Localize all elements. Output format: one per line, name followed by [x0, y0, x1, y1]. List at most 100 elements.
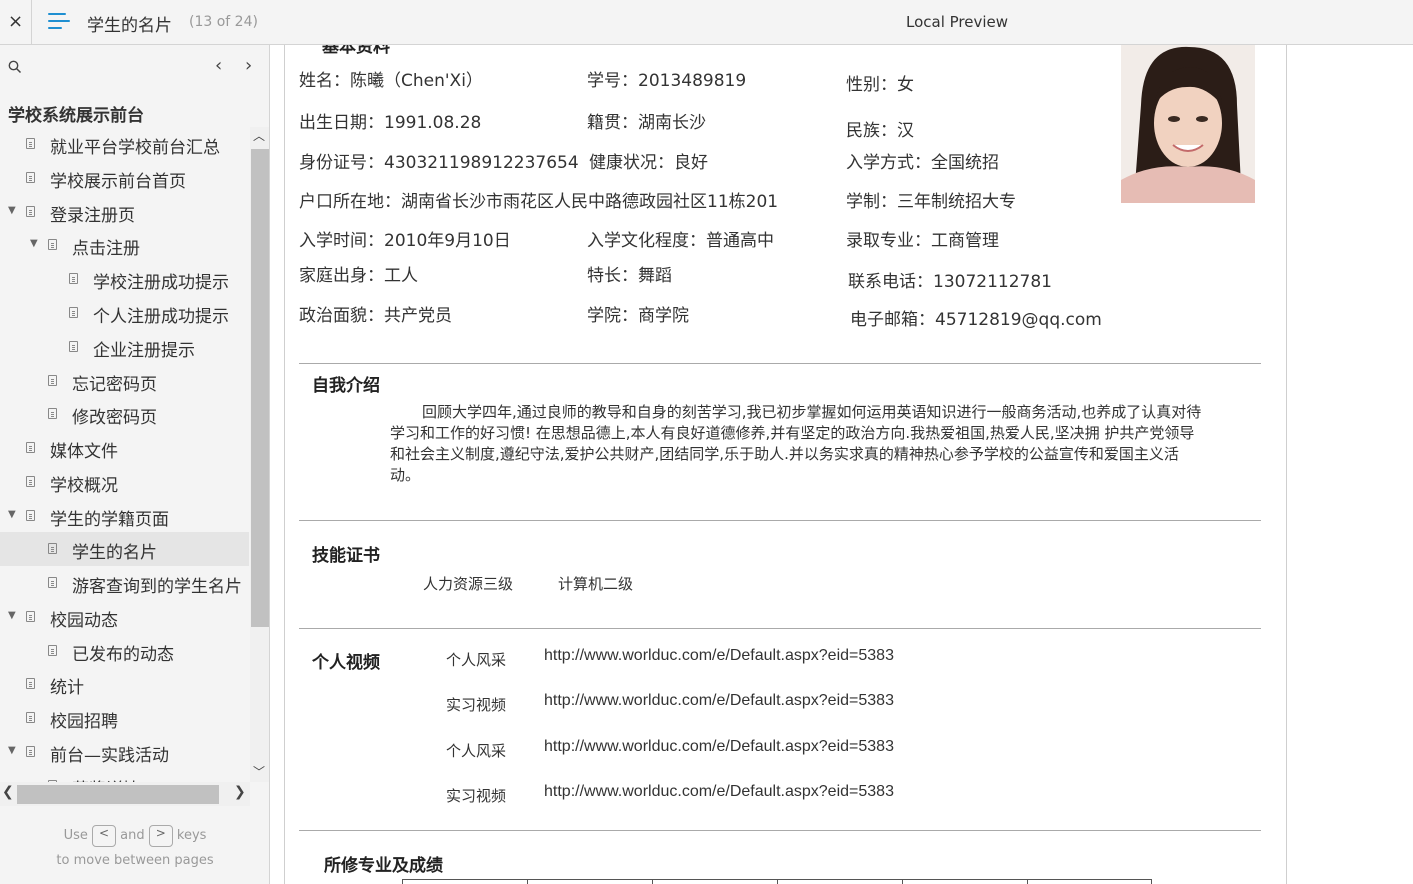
- sidebar-item[interactable]: 统计: [0, 667, 249, 701]
- sidebar-item[interactable]: 游客查询到的学生名片: [0, 566, 249, 600]
- sidebar-item[interactable]: 已发布的动态: [0, 634, 249, 668]
- sidebar-item[interactable]: 学校展示前台首页: [0, 161, 249, 195]
- expand-arrow-icon[interactable]: ▼: [8, 205, 16, 216]
- sidebar-item[interactable]: 忘记密码页: [0, 364, 249, 398]
- vertical-scrollbar[interactable]: ︿ ﹀: [250, 127, 269, 782]
- scroll-left-icon[interactable]: ❮: [2, 784, 14, 800]
- field-education: 入学文化程度：普通高中: [587, 231, 774, 251]
- scroll-down-icon[interactable]: ﹀: [253, 763, 265, 780]
- sidebar-item-label: 企业注册提示: [93, 341, 195, 361]
- sidebar-item-label: 学校展示前台首页: [50, 172, 186, 192]
- sidebar-item[interactable]: 学校概况: [0, 465, 249, 499]
- page-counter: (13 of 24): [189, 14, 258, 30]
- sidebar-item[interactable]: 个人注册成功提示: [0, 296, 249, 330]
- skills-title: 技能证书: [312, 546, 380, 566]
- hint-line2: to move between pages: [56, 853, 214, 868]
- field-health: 健康状况：良好: [589, 153, 708, 173]
- video-link[interactable]: http://www.worlduc.com/e/Default.aspx?ei…: [544, 647, 894, 665]
- sidebar-item-label: 游客查询到的学生名片: [72, 577, 242, 597]
- expand-arrow-icon[interactable]: ▼: [8, 745, 16, 756]
- sidebar: ‹ › 学校系统展示前台 就业平台学校前台汇总学校展示前台首页 ▼ 登录注册页 ▼ 点击…: [0, 45, 270, 884]
- search-icon[interactable]: [8, 60, 22, 74]
- previous-page-button[interactable]: ‹: [215, 55, 222, 76]
- field-birth: 出生日期：1991.08.28: [299, 113, 482, 133]
- page-tree: 就业平台学校前台汇总学校展示前台首页 ▼ 登录注册页 ▼ 点击注册 学校注册成功提示 个人注…: [0, 127, 249, 782]
- top-bar: × 学生的名片 (13 of 24) Local Preview: [0, 0, 1413, 45]
- document-icon: [48, 645, 57, 656]
- page-content: 基本资料 姓名：陈曦（Chen'Xi） 学号：2013489819 性别：女 出…: [284, 45, 1287, 884]
- document-icon: [26, 476, 35, 487]
- field-family: 家庭出身：工人: [299, 266, 418, 286]
- field-email: 电子邮箱：45712819@qq.com: [850, 310, 1102, 330]
- video-link[interactable]: http://www.worlduc.com/e/Default.aspx?ei…: [544, 783, 894, 801]
- field-political: 政治面貌：共产党员: [299, 306, 452, 326]
- sidebar-item[interactable]: 就业平台学校前台汇总: [0, 127, 249, 161]
- document-icon: [26, 678, 35, 689]
- horizontal-scrollbar[interactable]: ❮ ❯: [0, 782, 250, 806]
- close-button[interactable]: ×: [0, 0, 32, 45]
- field-phone: 联系电话：13072112781: [848, 272, 1052, 292]
- sidebar-item[interactable]: 校园招聘: [0, 701, 249, 735]
- sidebar-heading[interactable]: 学校系统展示前台: [8, 101, 144, 126]
- divider: [299, 363, 1261, 364]
- document-icon: [26, 611, 35, 622]
- sidebar-item[interactable]: ▼ 点击注册: [0, 228, 249, 262]
- courses-title: 所修专业及成绩: [324, 856, 443, 876]
- sidebar-item-label: 获奖详情: [72, 775, 140, 782]
- basic-info-title-cut: 基本资料: [322, 45, 390, 57]
- intro-text: 回顾大学四年,通过良师的教导和自身的刻苦学习,我已初步掌握如何运用英语知识进行一…: [390, 403, 1202, 484]
- expand-arrow-icon[interactable]: ▼: [8, 509, 16, 520]
- sidebar-item[interactable]: ▼ 登录注册页: [0, 195, 249, 229]
- expand-arrow-icon[interactable]: ▼: [8, 610, 16, 621]
- scroll-up-icon[interactable]: ︿: [253, 127, 265, 144]
- divider: [299, 628, 1261, 629]
- intro-title: 自我介绍: [312, 376, 380, 396]
- sidebar-item-label: 已发布的动态: [72, 645, 174, 665]
- field-college: 学院：商学院: [587, 306, 689, 326]
- field-gender: 性别：女: [846, 75, 914, 95]
- vertical-scroll-thumb[interactable]: [251, 149, 269, 627]
- horizontal-scroll-thumb[interactable]: [17, 785, 219, 804]
- sidebar-item-label: 前台—实践活动: [50, 746, 169, 766]
- video-link[interactable]: http://www.worlduc.com/e/Default.aspx?ei…: [544, 692, 894, 710]
- sidebar-item[interactable]: 学校注册成功提示: [0, 262, 249, 296]
- sidebar-item[interactable]: 企业注册提示: [0, 330, 249, 364]
- document-icon: [48, 239, 57, 250]
- next-page-button[interactable]: ›: [245, 55, 252, 76]
- skill-item: 人力资源三级: [423, 575, 514, 593]
- window-title: Local Preview: [906, 13, 1009, 31]
- document-icon: [26, 746, 35, 757]
- sidebar-item[interactable]: 媒体文件: [0, 431, 249, 465]
- divider: [299, 520, 1261, 521]
- video-link[interactable]: http://www.worlduc.com/e/Default.aspx?ei…: [544, 738, 894, 756]
- prev-key-icon: <: [92, 824, 116, 847]
- sidebar-item[interactable]: 获奖详情: [0, 769, 249, 782]
- skill-item: 计算机二级: [558, 575, 634, 593]
- hint-use: Use: [63, 828, 88, 843]
- document-icon: [69, 307, 78, 318]
- document-icon: [48, 375, 57, 386]
- videos-title: 个人视频: [312, 653, 380, 673]
- scroll-right-icon[interactable]: ❯: [234, 784, 246, 800]
- field-residence: 户口所在地：湖南省长沙市雨花区人民中路德政园社区11栋201: [299, 192, 779, 212]
- sidebar-item-label: 学生的名片: [72, 543, 157, 563]
- field-admission-method: 入学方式：全国统招: [846, 153, 999, 173]
- field-system: 学制：三年制统招大专: [846, 192, 1016, 212]
- sidebar-item[interactable]: 修改密码页: [0, 397, 249, 431]
- sidebar-item[interactable]: ▼ 校园动态: [0, 600, 249, 634]
- field-id-no: 身份证号：430321198912237654: [299, 153, 579, 173]
- field-specialty: 特长：舞蹈: [587, 266, 672, 286]
- keyboard-hint: Use < and > keys to move between pages: [0, 823, 269, 873]
- sidebar-item-label: 学生的学籍页面: [50, 510, 169, 530]
- menu-icon[interactable]: [48, 12, 72, 32]
- sidebar-item[interactable]: ▼ 学生的学籍页面: [0, 499, 249, 533]
- next-key-icon: >: [148, 824, 173, 847]
- video-label: 实习视频: [446, 787, 507, 805]
- divider: [299, 830, 1261, 831]
- document-icon: [69, 341, 78, 352]
- expand-arrow-icon[interactable]: ▼: [30, 238, 38, 249]
- sidebar-item[interactable]: 学生的名片: [0, 532, 249, 566]
- field-student-no: 学号：2013489819: [587, 71, 747, 91]
- sidebar-item-label: 校园招聘: [50, 712, 118, 732]
- sidebar-item[interactable]: ▼ 前台—实践活动: [0, 735, 249, 769]
